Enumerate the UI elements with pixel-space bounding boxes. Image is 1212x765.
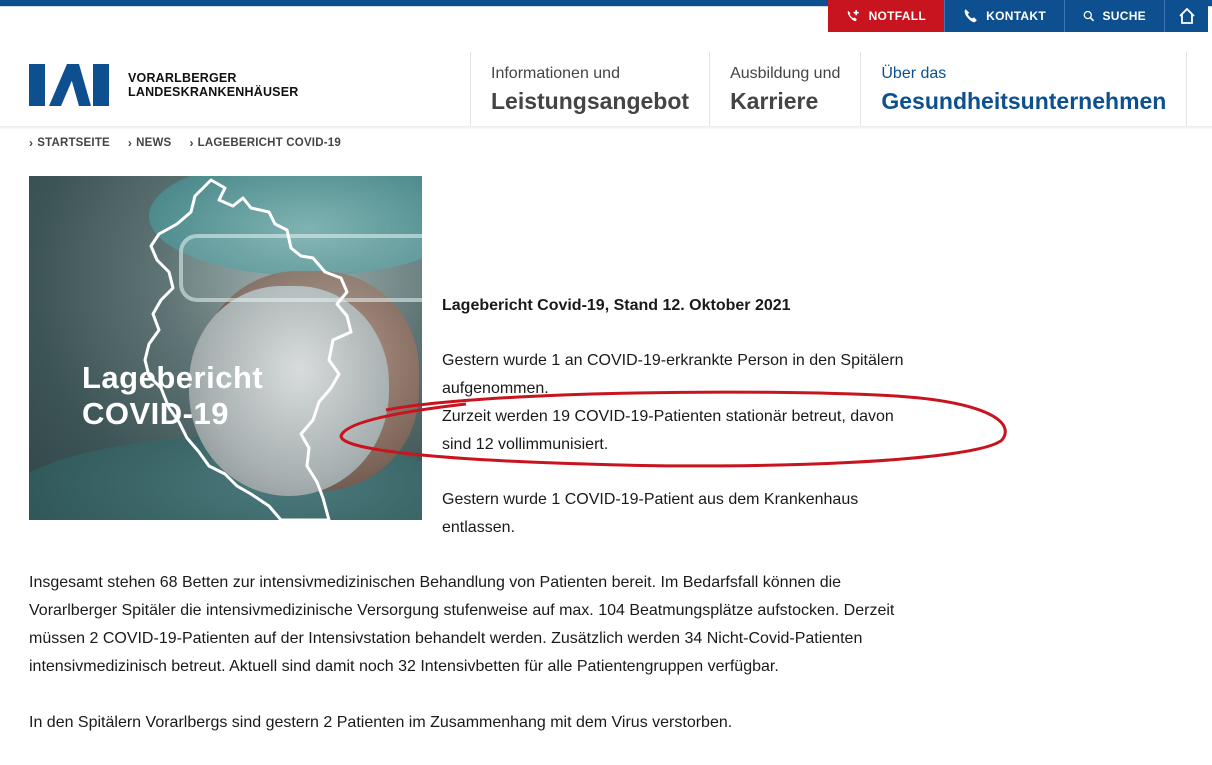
kontakt-button[interactable]: KONTAKT (944, 0, 1064, 32)
kontakt-label: KONTAKT (986, 9, 1046, 23)
suche-button[interactable]: SUCHE (1064, 0, 1164, 32)
hero-title-line-1: Lagebericht (82, 360, 264, 395)
header-divider (0, 126, 1212, 130)
breadcrumb: › STARTSEITE › NEWS › LAGEBERICHT COVID-… (29, 136, 341, 150)
nav-item-title: Karriere (730, 88, 819, 114)
logo-line-2: LANDESKRANKENHÄUSER (128, 85, 299, 99)
home-button[interactable] (1164, 0, 1208, 32)
emergency-phone-icon (847, 10, 859, 22)
nav-item-title: Leistungsangebot (491, 88, 690, 114)
phone-icon (964, 9, 977, 23)
chevron-right-icon: › (189, 136, 194, 150)
suche-label: SUCHE (1102, 9, 1146, 23)
site-logo[interactable]: VORARLBERGER LANDESKRANKENHÄUSER (29, 64, 298, 106)
nav-item-subtitle: Über das (881, 65, 947, 82)
logo-line-1: VORARLBERGER (128, 71, 237, 85)
logo-wordmark: VORARLBERGER LANDESKRANKENHÄUSER (128, 71, 298, 99)
search-icon (1083, 10, 1095, 22)
article-paragraph: In den Spitälern Vorarlbergs sind gester… (29, 714, 733, 731)
article-body: Insgesamt stehen 68 Betten zur intensivm… (29, 569, 909, 765)
logo-mark-icon (29, 64, 109, 106)
breadcrumb-label: NEWS (136, 137, 172, 149)
red-annotation-ellipse (339, 390, 1007, 468)
article-paragraph: Gestern wurde 1 COVID-19-Patient aus dem… (442, 491, 859, 536)
notfall-label: NOTFALL (868, 9, 926, 23)
nav-item-subtitle: Informationen und (491, 65, 620, 82)
article-headline: Lagebericht Covid-19, Stand 12. Oktober … (442, 297, 791, 314)
main-navigation: Informationen und Leistungsangebot Ausbi… (470, 52, 1188, 128)
nav-item-karriere[interactable]: Ausbildung und Karriere (709, 52, 860, 128)
nav-item-gesundheitsunternehmen[interactable]: Über das Gesundheitsunternehmen (860, 52, 1188, 128)
home-icon (1178, 7, 1195, 24)
breadcrumb-label: STARTSEITE (37, 137, 110, 149)
hero-title-line-2: COVID-19 (82, 396, 229, 431)
notfall-button[interactable]: NOTFALL (828, 0, 944, 32)
breadcrumb-item-current: › LAGEBERICHT COVID-19 (189, 136, 341, 150)
breadcrumb-label: LAGEBERICHT COVID-19 (197, 137, 341, 149)
breadcrumb-item-news[interactable]: › NEWS (128, 136, 172, 150)
breadcrumb-item-startseite[interactable]: › STARTSEITE (29, 136, 110, 150)
article-paragraph: Insgesamt stehen 68 Betten zur intensivm… (29, 574, 895, 675)
nav-item-title: Gesundheitsunternehmen (881, 88, 1167, 114)
chevron-right-icon: › (29, 136, 34, 150)
utility-bar: NOTFALL KONTAKT SUCHE (828, 0, 1208, 32)
nav-item-subtitle: Ausbildung und (730, 65, 841, 82)
nav-item-leistungsangebot[interactable]: Informationen und Leistungsangebot (470, 52, 709, 128)
hero-title: Lagebericht COVID-19 (82, 360, 263, 432)
chevron-right-icon: › (127, 136, 133, 150)
